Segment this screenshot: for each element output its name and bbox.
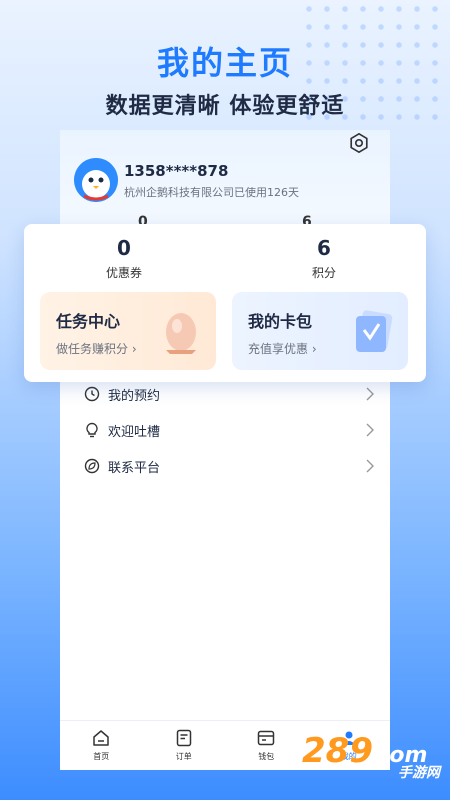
menu-item-feedback[interactable]: 欢迎吐槽 bbox=[60, 412, 390, 448]
stat-value: 6 bbox=[317, 236, 331, 260]
promo-subtitle: 数据更清晰 体验更舒适 bbox=[105, 94, 345, 119]
chevron-right-icon bbox=[366, 423, 374, 437]
stat-label: 积分 bbox=[311, 266, 336, 280]
stat-value: 0 bbox=[117, 236, 131, 260]
tab-label: 订单 bbox=[175, 752, 192, 761]
wallet-icon bbox=[258, 730, 275, 746]
menu-item-label: 欢迎吐槽 bbox=[108, 424, 161, 440]
phone-number: 1358****878 bbox=[124, 162, 229, 180]
stat-label: 优惠券 bbox=[105, 266, 142, 280]
egg-icon bbox=[166, 313, 196, 354]
order-icon bbox=[176, 729, 191, 747]
stat-points[interactable]: 6 积分 bbox=[264, 236, 384, 281]
menu-item-contact[interactable]: 联系平台 bbox=[60, 448, 390, 484]
menu-list: 我的预约 欢迎吐槽 联系平台 bbox=[60, 376, 390, 484]
menu-item-label: 联系平台 bbox=[108, 460, 161, 476]
tab-orders[interactable]: 订单 bbox=[143, 721, 226, 770]
home-icon bbox=[93, 730, 109, 746]
task-center-card[interactable]: 任务中心 做任务赚积分 › bbox=[40, 292, 216, 370]
tab-label: 首页 bbox=[93, 752, 110, 761]
company-usage-note: 杭州企鹅科技有限公司已使用126天 bbox=[124, 186, 299, 199]
leaf-icon bbox=[84, 458, 100, 474]
bulb-icon bbox=[86, 422, 98, 438]
chevron-right-icon bbox=[366, 387, 374, 401]
card-wallet-card[interactable]: 我的卡包 充值享优惠 › bbox=[232, 292, 408, 370]
profile-info: 1358****878 杭州企鹅科技有限公司已使用126天 bbox=[124, 162, 299, 200]
clock-icon bbox=[84, 386, 100, 402]
svg-text:289: 289 bbox=[302, 731, 373, 771]
watermark-text: 手游网 bbox=[398, 765, 440, 781]
stat-coupons[interactable]: 0 优惠券 bbox=[64, 236, 184, 281]
tab-home[interactable]: 首页 bbox=[60, 721, 143, 770]
gear-icon[interactable] bbox=[348, 132, 370, 154]
avatar[interactable] bbox=[74, 158, 118, 202]
chevron-right-icon bbox=[366, 459, 374, 473]
assets-overlay-card: 0 优惠券 6 积分 任务中心 做任务赚积分 › 我的卡包 充值享优惠 › bbox=[24, 224, 426, 382]
menu-item-label: 我的预约 bbox=[108, 388, 161, 404]
penguin-avatar-icon bbox=[74, 158, 118, 202]
tab-label: 钱包 bbox=[258, 752, 275, 761]
card-icon bbox=[356, 310, 393, 352]
promo-title: 我的主页 bbox=[156, 44, 293, 82]
